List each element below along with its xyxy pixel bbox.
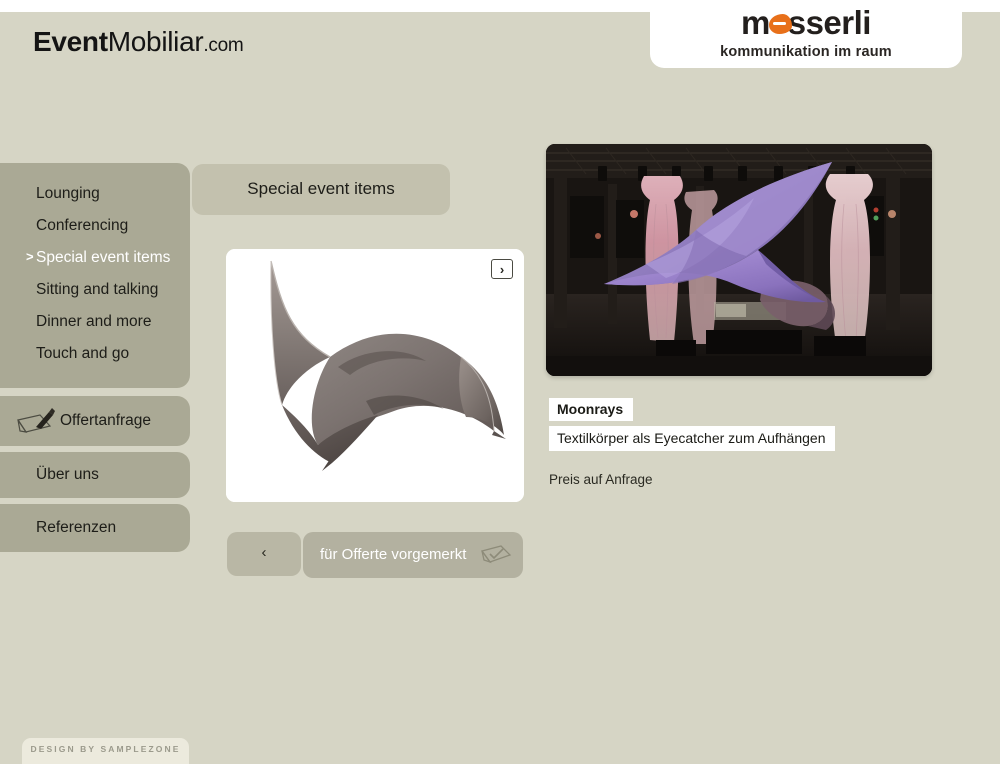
orange-blob-icon (769, 14, 793, 34)
messerli-wordmark: messerli (741, 6, 871, 39)
sidebar-item-special-event-items[interactable]: > Special event items (26, 249, 171, 267)
chevron-right-icon: > (26, 249, 34, 264)
product-title: Moonrays (549, 398, 634, 421)
sidebar-item-ueber-uns[interactable]: Über uns (0, 452, 190, 498)
sidebar-item-lounging[interactable]: Lounging (36, 185, 100, 203)
footer-credit-tab[interactable]: DESIGN BY SAMPLEZONE (22, 738, 189, 764)
messerli-tagline: kommunikation im raum (720, 44, 892, 60)
messerli-logo-box[interactable]: messerli kommunikation im raum (650, 0, 962, 68)
sidebar-item-sitting-and-talking[interactable]: Sitting and talking (36, 281, 158, 299)
brand-light: Mobiliar (107, 26, 204, 57)
chevron-right-icon: › (499, 262, 505, 277)
product-description: Textilkörper als Eyecatcher zum Aufhänge… (549, 426, 836, 451)
sidebar-item-referenzen[interactable]: Referenzen (0, 504, 190, 552)
product-thumbnail-card[interactable] (226, 249, 524, 502)
previous-product-button[interactable]: ‹ (227, 532, 301, 576)
sidebar-item-label: Special event items (36, 249, 171, 266)
sidebar-item-dinner-and-more[interactable]: Dinner and more (36, 313, 151, 331)
content-section-title: Special event items (247, 179, 395, 198)
product-hero-image (546, 144, 932, 376)
messerli-logo: messerli kommunikation im raum (650, 6, 962, 60)
sidebar-item-label: Touch and go (36, 345, 130, 362)
next-product-button[interactable]: › (491, 259, 513, 279)
sidebar-categories-block: Lounging Conferencing > Special event it… (0, 163, 190, 388)
brand-strong: Event (33, 26, 108, 57)
page-root: EventMobiliar.com messerli kommunikation… (0, 0, 1000, 764)
product-price: Preis auf Anfrage (549, 472, 653, 487)
content-section-tab: Special event items (192, 164, 450, 215)
product-thumbnail-image (226, 249, 524, 502)
sidebar-item-touch-and-go[interactable]: Touch and go (36, 345, 129, 363)
clipboard-check-icon (480, 545, 512, 564)
sidebar-item-conferencing[interactable]: Conferencing (36, 217, 128, 235)
messerli-wordmark-text: messerli (741, 4, 871, 41)
mark-for-offer-button[interactable]: für Offerte vorgemerkt (303, 532, 523, 578)
sidebar-references-label: Referenzen (36, 519, 117, 536)
mark-for-offer-label: für Offerte vorgemerkt (320, 546, 467, 563)
sidebar-item-label: Lounging (36, 185, 100, 202)
sidebar-about-label: Über uns (36, 466, 99, 483)
sidebar-item-label: Sitting and talking (36, 281, 159, 298)
sidebar-item-offertanfrage[interactable]: Offertanfrage (0, 396, 190, 446)
pen-paper-icon (17, 408, 55, 433)
site-brand[interactable]: EventMobiliar.com (33, 26, 244, 58)
chevron-left-icon: ‹ (261, 544, 267, 561)
footer-credit-label: DESIGN BY SAMPLEZONE (30, 744, 181, 754)
sidebar-item-label: Conferencing (36, 217, 129, 234)
sidebar-offer-label: Offertanfrage (60, 412, 152, 429)
brand-tld: .com (203, 35, 244, 56)
sidebar-item-label: Dinner and more (36, 313, 152, 330)
